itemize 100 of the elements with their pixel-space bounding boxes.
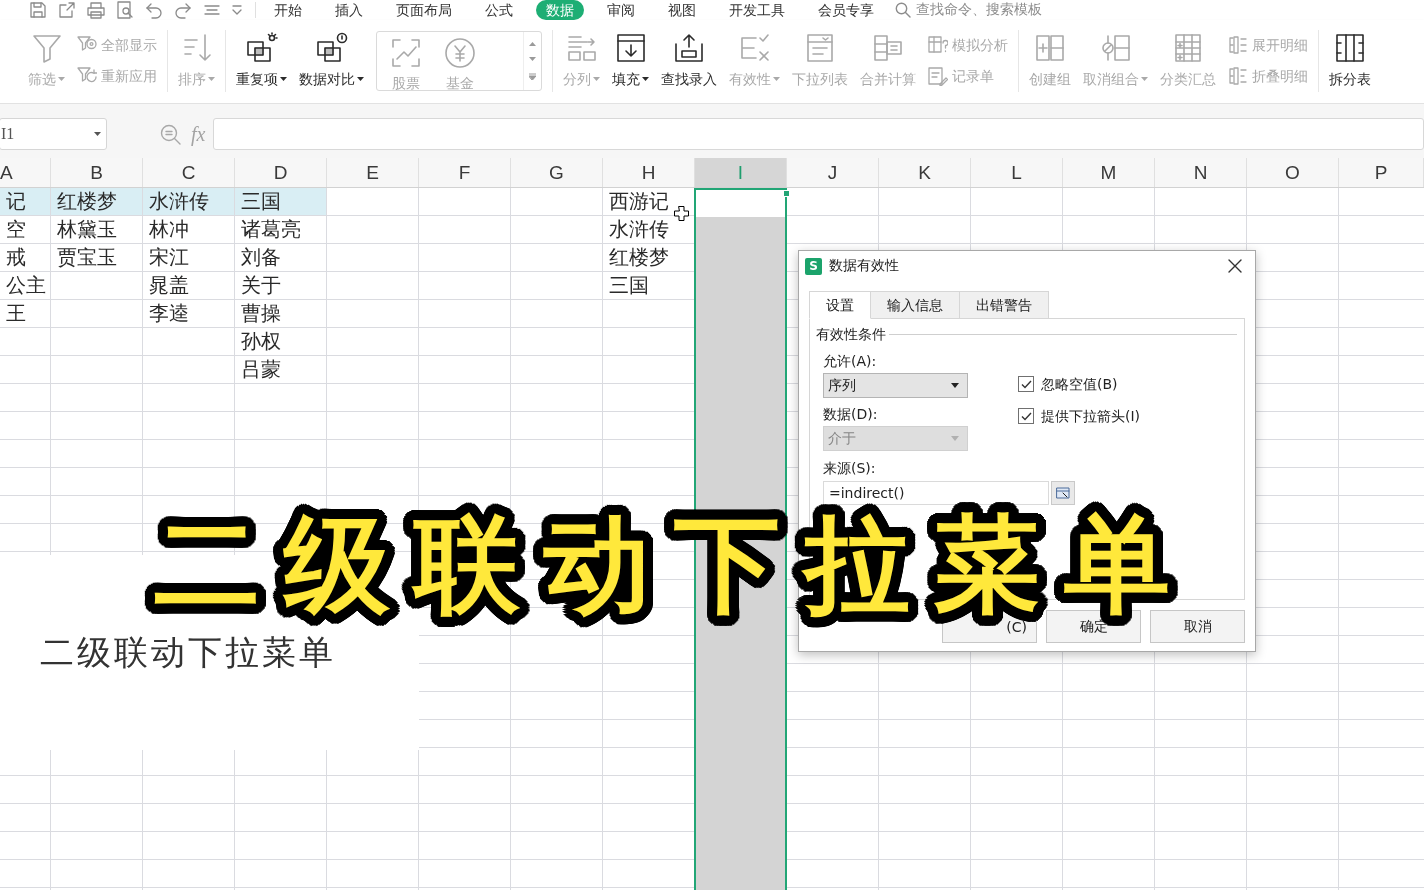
what-if-icon [928, 35, 948, 55]
table-cell: 三国 [235, 188, 327, 216]
checkbox-label: 忽略空值(B) [1041, 376, 1118, 392]
column-header[interactable]: M [1063, 158, 1155, 187]
table-cell-text: 诸葛亮 [240, 217, 302, 242]
range-select-button[interactable] [1051, 481, 1075, 505]
menu-tab[interactable]: 会员专享 [808, 0, 884, 20]
table-cell-text: 关于 [240, 273, 282, 298]
table-cell: 红楼梦 [51, 188, 143, 216]
table-cell-text: 晁盖 [148, 273, 190, 298]
table-cell-text: 西游记 [608, 189, 670, 214]
checkbox[interactable] [1018, 376, 1034, 392]
table-cell-text: 空 [5, 217, 27, 242]
group-icon [1034, 32, 1066, 64]
lookup-icon [673, 32, 705, 64]
table-cell-text: 李逵 [148, 301, 190, 326]
checkbox[interactable] [1018, 408, 1034, 424]
close-icon[interactable] [1228, 259, 1242, 273]
export-icon[interactable] [58, 1, 76, 19]
field-label: 允许(A): [823, 353, 878, 369]
compare-icon [315, 32, 348, 64]
table-cell: 记 [0, 188, 51, 216]
print-preview-icon[interactable] [116, 1, 134, 19]
table-cell-text: 林冲 [148, 217, 190, 242]
app-logo: S [805, 257, 822, 275]
column-header[interactable]: C [143, 158, 235, 187]
table-cell-text: 吕蒙 [240, 357, 282, 382]
column-header[interactable]: P [1339, 158, 1424, 187]
menu-tab[interactable]: 开始 [264, 0, 312, 20]
save-icon[interactable] [29, 1, 47, 19]
expand-icon [1228, 35, 1248, 55]
collapse-icon [1228, 66, 1248, 86]
redo-icon[interactable] [174, 1, 192, 19]
caret-icon [951, 436, 959, 441]
subtotal-icon [1172, 32, 1204, 64]
column-header[interactable]: D [235, 158, 327, 187]
split-table-icon [1334, 32, 1366, 64]
table-cell-text: 贾宝玉 [56, 245, 118, 270]
fill-handle[interactable] [783, 190, 790, 197]
menu-tab[interactable]: 审阅 [597, 0, 645, 20]
ribbon-button[interactable]: 数据对比 [299, 32, 364, 88]
dialog-tab[interactable]: 输入信息 [870, 291, 960, 319]
column-header[interactable]: B [51, 158, 143, 187]
table-cell-text: 三国 [608, 273, 650, 298]
ribbon-button[interactable]: 查找录入 [661, 32, 717, 88]
table-cell-text: 水浒传 [608, 217, 670, 242]
funnel-icon [30, 32, 63, 64]
table-cell-text: 孙权 [240, 329, 282, 354]
checkbox-label: 提供下拉箭头(I) [1041, 408, 1141, 424]
range-icon [1056, 486, 1070, 500]
ribbon-button[interactable]: 拆分表 [1329, 32, 1371, 88]
name-box[interactable]: I1 [0, 118, 107, 150]
dialog-button[interactable]: 取消 [1150, 610, 1245, 643]
caret-icon [94, 132, 101, 136]
dialog-title: 数据有效性 [829, 257, 900, 275]
field-label: 来源(S): [823, 460, 877, 476]
search-field[interactable]: 查找命令、搜索模板 [916, 1, 1042, 19]
caret-icon [951, 383, 959, 388]
column-header[interactable]: F [419, 158, 511, 187]
menu-tab[interactable]: 插入 [325, 0, 373, 20]
column-header[interactable]: K [879, 158, 971, 187]
search-icon[interactable] [895, 2, 911, 18]
column-header[interactable]: J [787, 158, 879, 187]
form-icon [928, 66, 948, 86]
dialog-tab[interactable]: 出错警告 [959, 291, 1049, 319]
menu-tab[interactable]: 页面布局 [386, 0, 462, 20]
magnifier-icon[interactable] [160, 123, 181, 145]
line-chart-icon [390, 37, 422, 69]
ribbon-button[interactable]: 重复项 [236, 32, 287, 88]
table-cell-text: 曹操 [240, 301, 282, 326]
undo-icon[interactable] [145, 1, 163, 19]
menu-tab[interactable]: 开发工具 [719, 0, 795, 20]
column-header[interactable]: L [971, 158, 1063, 187]
dropdown[interactable]: 序列 [823, 373, 968, 398]
yen-icon [444, 37, 476, 69]
table-cell: 水浒传 [143, 188, 235, 216]
list-icon [804, 32, 836, 64]
column-header[interactable]: O [1247, 158, 1339, 187]
dialog-tab[interactable]: 设置 [809, 291, 871, 319]
column-header[interactable]: N [1155, 158, 1247, 187]
ribbon-button[interactable]: 填充 [612, 32, 649, 88]
table-cell-text: 公主 [5, 273, 47, 298]
active-cell[interactable] [696, 190, 785, 217]
column-header[interactable]: A [0, 158, 51, 187]
print-icon[interactable] [87, 1, 105, 19]
group-title: 有效性条件 [816, 325, 886, 343]
fill-down-icon [614, 32, 647, 64]
ungroup-icon [1099, 32, 1132, 64]
plus-cursor-icon [674, 206, 689, 221]
duplicate-icon [245, 32, 278, 64]
column-header[interactable]: G [511, 158, 603, 187]
column-header[interactable]: E [327, 158, 419, 187]
source-input[interactable]: =indirect() [823, 481, 1049, 505]
formula-input[interactable] [213, 118, 1424, 150]
chevron-down-icon[interactable] [232, 5, 242, 15]
menu-tab[interactable]: 视图 [658, 0, 706, 20]
field-label: 数据(D): [823, 406, 879, 422]
table-cell-text: 刘备 [240, 245, 282, 270]
menu-tab[interactable]: 公式 [475, 0, 523, 20]
table-cell-text: 红楼梦 [608, 245, 670, 270]
